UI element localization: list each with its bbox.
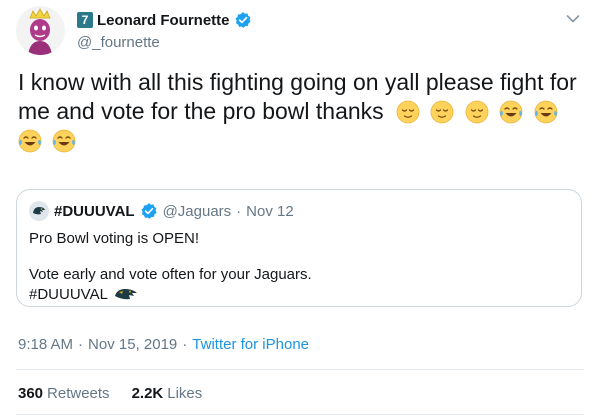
tears-of-joy-icon: [534, 100, 558, 124]
retweets-stat[interactable]: 360 Retweets: [18, 385, 110, 402]
tweet-meta: 9:18 AM · Nov 15, 2019 · Twitter for iPh…: [18, 336, 309, 353]
retweets-count: 360: [18, 385, 44, 402]
tweet-text: I know with all this fighting going on y…: [18, 68, 588, 155]
meta-separator-1: ·: [78, 336, 84, 353]
quoted-tweet-header: #DUUUVAL @Jaguars · Nov 12: [29, 201, 294, 221]
verified-badge-icon: [141, 203, 157, 219]
jersey-number-badge: 7: [77, 12, 93, 28]
avatar-caricature-icon: [16, 6, 65, 55]
chevron-down-icon[interactable]: [566, 14, 580, 24]
quoted-author-avatar: [29, 201, 49, 221]
quoted-display-name: #DUUUVAL: [54, 202, 135, 220]
quoted-line-1: Pro Bowl voting is OPEN!: [29, 230, 200, 247]
quoted-line-2: Vote early and vote often for your Jagua…: [29, 266, 312, 283]
verified-badge-icon: [235, 12, 251, 28]
tweet-date[interactable]: Nov 15, 2019: [88, 336, 177, 353]
likes-count: 2.2K: [131, 385, 164, 402]
author-display-name[interactable]: Leonard Fournette: [97, 12, 230, 29]
quoted-tweet-body: Pro Bowl voting is OPEN! Vote early and …: [29, 229, 569, 305]
author-name-row[interactable]: 7 Leonard Fournette: [77, 11, 252, 29]
divider-top: [16, 369, 584, 370]
relieved-face-icon: [465, 100, 489, 124]
quoted-handle: @Jaguars: [162, 202, 232, 220]
tears-of-joy-icon: [18, 129, 42, 153]
jaguars-logo-icon: [29, 201, 49, 221]
quoted-blank-line: [29, 249, 569, 265]
divider-bottom: [16, 414, 584, 415]
jaguar-head-icon: [114, 289, 137, 300]
author-handle[interactable]: @_fournette: [77, 34, 160, 51]
quoted-hashtag: #DUUUVAL: [29, 286, 108, 303]
tweet-time[interactable]: 9:18 AM: [18, 336, 73, 353]
quoted-date: Nov 12: [246, 202, 294, 220]
tweet-source-link[interactable]: Twitter for iPhone: [192, 336, 309, 353]
engagement-stats: 360 Retweets 2.2K Likes: [18, 385, 202, 402]
quoted-line-3-wrap: #DUUUVAL: [29, 285, 569, 305]
author-avatar[interactable]: [16, 6, 65, 55]
likes-label: Likes: [167, 385, 203, 402]
retweets-label: Retweets: [47, 385, 110, 402]
tweet-card: 7 Leonard Fournette @_fournette I know w…: [0, 0, 600, 418]
relieved-face-icon: [396, 100, 420, 124]
quoted-separator: ·: [236, 202, 242, 220]
meta-separator-2: ·: [182, 336, 188, 353]
quoted-tweet[interactable]: #DUUUVAL @Jaguars · Nov 12 Pro Bowl voti…: [16, 189, 582, 307]
tears-of-joy-icon: [499, 100, 523, 124]
tears-of-joy-icon: [52, 129, 76, 153]
relieved-face-icon: [431, 100, 454, 124]
likes-stat[interactable]: 2.2K Likes: [132, 385, 203, 402]
